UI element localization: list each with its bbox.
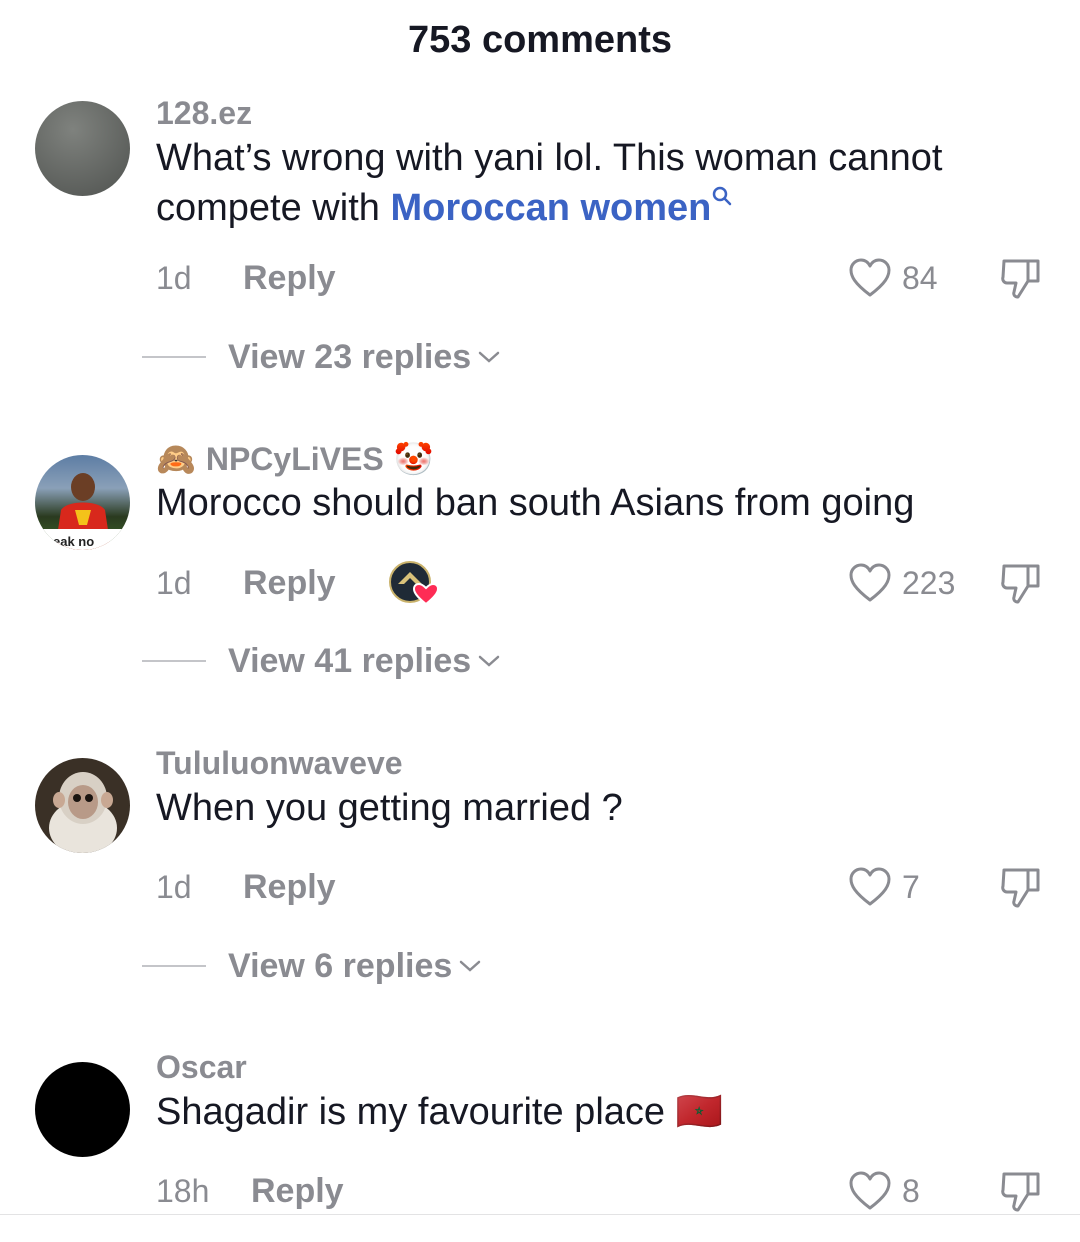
heart-outline-icon[interactable] xyxy=(848,562,892,604)
comment-item: 128.ez What’s wrong with yani lol. This … xyxy=(0,95,1080,395)
like-button[interactable]: 84 xyxy=(848,253,938,303)
view-replies-button[interactable]: View 23 replies xyxy=(142,332,501,382)
comment-item: Tululuonwaveve When you getting married … xyxy=(0,745,1080,1045)
chevron-down-icon[interactable] xyxy=(477,653,501,669)
comments-header: 753 comments xyxy=(407,19,672,61)
like-count: 223 xyxy=(902,564,956,601)
view-replies-button[interactable]: View 6 replies xyxy=(142,941,482,991)
flag-emoji: 🇲🇦 xyxy=(675,1091,723,1133)
username-emoji-prefix: 🙈 xyxy=(156,441,196,477)
like-button[interactable]: 7 xyxy=(848,862,920,912)
avatar-caption: eak no xyxy=(53,534,94,549)
chevron-down-icon[interactable] xyxy=(477,349,501,365)
comment-time: 18h xyxy=(156,1173,210,1209)
chevron-down-icon[interactable] xyxy=(458,958,482,974)
comment-text: What’s wrong with yani lol. This woman c… xyxy=(156,137,943,229)
view-replies-button[interactable]: View 41 replies xyxy=(142,636,501,686)
comment-meta: 18h Reply 8 xyxy=(156,1166,1056,1216)
avatar[interactable] xyxy=(35,101,130,196)
comment-text: Shagadir is my favourite place 🇲🇦 xyxy=(156,1091,723,1133)
username-emoji-suffix: 🤡 xyxy=(393,441,434,477)
comment-item: eak no 🙈 NPCyLiVES 🤡 Morocco should ban … xyxy=(0,440,1080,740)
comment-meta: 1d Reply 7 xyxy=(156,862,1056,912)
comment-username[interactable]: Tululuonwaveve xyxy=(156,745,403,782)
heart-outline-icon[interactable] xyxy=(848,866,892,908)
divider xyxy=(142,660,206,662)
avatar[interactable]: eak no xyxy=(35,455,130,550)
reply-button[interactable]: Reply xyxy=(243,862,336,912)
dislike-icon[interactable] xyxy=(998,255,1044,301)
dislike-icon[interactable] xyxy=(998,560,1044,606)
comment-text: When you getting married ? xyxy=(156,787,623,829)
bottom-divider xyxy=(0,1214,1080,1215)
reply-button[interactable]: Reply xyxy=(251,1166,344,1216)
comment-text: Morocco should ban south Asians from goi… xyxy=(156,482,915,524)
reply-button[interactable]: Reply xyxy=(243,253,336,303)
divider xyxy=(142,356,206,358)
like-button[interactable]: 223 xyxy=(848,558,955,608)
divider xyxy=(142,965,206,967)
search-icon[interactable] xyxy=(711,185,733,207)
reply-button[interactable]: Reply xyxy=(243,558,336,608)
comment-meta: 1d Reply 223 xyxy=(156,558,1056,608)
comment-username[interactable]: 🙈 NPCyLiVES 🤡 xyxy=(156,440,434,478)
like-count: 84 xyxy=(902,259,938,296)
heart-outline-icon[interactable] xyxy=(848,1170,892,1212)
comment-meta: 1d Reply 84 xyxy=(156,253,1056,303)
like-count: 8 xyxy=(902,1172,920,1209)
search-link[interactable]: Moroccan women xyxy=(390,187,711,229)
like-count: 7 xyxy=(902,868,920,905)
dislike-icon[interactable] xyxy=(998,864,1044,910)
avatar[interactable] xyxy=(35,758,130,853)
heart-outline-icon[interactable] xyxy=(848,257,892,299)
comment-username[interactable]: Oscar xyxy=(156,1049,247,1086)
comment-time: 1d xyxy=(156,260,192,296)
avatar[interactable] xyxy=(35,1062,130,1157)
comment-item: Oscar Shagadir is my favourite place 🇲🇦 … xyxy=(0,1049,1080,1214)
comment-username[interactable]: 128.ez xyxy=(156,95,252,132)
like-button[interactable]: 8 xyxy=(848,1166,920,1216)
comment-time: 1d xyxy=(156,869,192,905)
dislike-icon[interactable] xyxy=(998,1168,1044,1214)
creator-liked-badge-icon xyxy=(389,561,440,606)
comment-time: 1d xyxy=(156,565,192,601)
